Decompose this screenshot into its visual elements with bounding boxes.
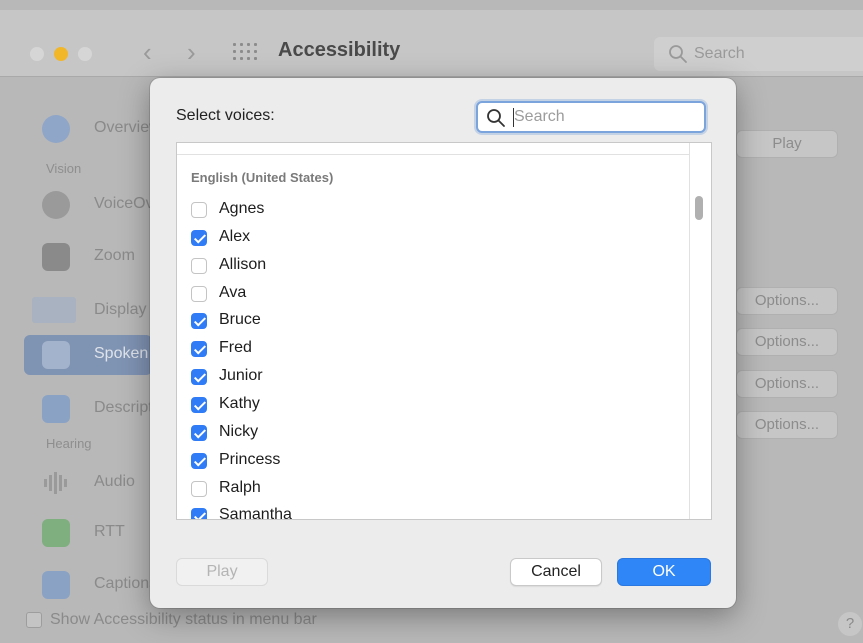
voice-search-field[interactable] (476, 101, 706, 133)
voice-checkbox[interactable] (191, 425, 207, 441)
cancel-button[interactable]: Cancel (510, 558, 602, 586)
ok-button[interactable]: OK (617, 558, 711, 586)
options-button[interactable]: Options... (736, 328, 838, 356)
show-status-label: Show Accessibility status in menu bar (50, 611, 317, 628)
captions-icon (42, 571, 70, 599)
voice-checkbox[interactable] (191, 369, 207, 385)
scrollbar-track-divider (689, 143, 690, 519)
window-search-field[interactable]: Search (654, 37, 863, 71)
sidebar-item-label: Audio (94, 473, 135, 490)
sidebar-item-label: Display (94, 301, 147, 318)
sidebar-item-captions[interactable]: Captions (24, 565, 157, 605)
audio-icon (42, 469, 70, 497)
voice-name: Samantha (219, 506, 292, 520)
voice-search-input[interactable] (514, 105, 694, 129)
search-icon (669, 45, 687, 63)
voice-name: Junior (219, 367, 263, 384)
voice-checkbox[interactable] (191, 453, 207, 469)
voice-name: Nicky (219, 423, 259, 440)
voice-checkbox[interactable] (191, 230, 207, 246)
sidebar-item-label: RTT (94, 523, 125, 540)
sidebar-item-rtt[interactable]: RTT (24, 513, 152, 553)
voice-checkbox[interactable] (191, 397, 207, 413)
group-header: English (United States) (191, 170, 334, 185)
back-button[interactable]: ‹ (143, 37, 152, 67)
sidebar-item-audio[interactable]: Audio (24, 463, 152, 503)
spoken-content-icon (42, 341, 70, 369)
sidebar: Overview Vision VoiceOver Zoom Display S… (22, 99, 209, 609)
show-status-checkbox[interactable] (26, 612, 42, 628)
section-header-vision: Vision (46, 161, 82, 176)
voice-name: Fred (219, 339, 252, 356)
dialog-title: Select voices: (176, 107, 275, 124)
voiceover-icon (42, 191, 70, 219)
close-window-button[interactable] (30, 47, 44, 61)
sidebar-item-zoom[interactable]: Zoom (24, 237, 152, 277)
scrollbar-thumb[interactable] (695, 196, 703, 220)
accessibility-icon (42, 115, 70, 143)
help-button[interactable]: ? (838, 612, 862, 636)
sidebar-item-label: Zoom (94, 247, 135, 264)
sidebar-item-label: Captions (94, 575, 158, 592)
voice-name: Kathy (219, 395, 260, 412)
voice-name: Alex (219, 228, 251, 245)
show-all-grid-icon[interactable] (233, 43, 257, 61)
section-header-hearing: Hearing (46, 436, 92, 451)
voice-checkbox[interactable] (191, 313, 207, 329)
voice-name: Ava (219, 284, 247, 301)
voice-name: Bruce (219, 311, 261, 328)
voice-checkbox[interactable] (191, 481, 207, 497)
title-bar: ‹ › Accessibility Search (0, 10, 863, 77)
voice-checkbox[interactable] (191, 258, 207, 274)
sidebar-item-display[interactable]: Display (24, 291, 152, 331)
descriptions-icon (42, 395, 70, 423)
voice-checkbox[interactable] (191, 508, 207, 519)
forward-button[interactable]: › (187, 37, 196, 67)
sidebar-item-voiceover[interactable]: VoiceOver (24, 185, 168, 225)
sidebar-item-descriptions[interactable]: Descriptions (24, 389, 182, 429)
voice-list[interactable]: English (United States) Agnes Alex Allis… (176, 142, 712, 520)
voice-checkbox[interactable] (191, 286, 207, 302)
rtt-icon (42, 519, 70, 547)
sidebar-item-spoken-content[interactable]: Spoken Content (24, 335, 209, 375)
play-voice-button[interactable]: Play (736, 130, 838, 158)
window-title: Accessibility (278, 39, 401, 61)
status-row: Show Accessibility status in menu bar (0, 608, 863, 643)
zoom-icon (42, 243, 70, 271)
minimize-window-button[interactable] (54, 47, 68, 61)
window-search-placeholder: Search (694, 45, 745, 62)
options-button[interactable]: Options... (736, 287, 838, 315)
zoom-window-button[interactable] (78, 47, 92, 61)
voice-checkbox[interactable] (191, 202, 207, 218)
display-icon (32, 297, 76, 323)
text-cursor (513, 108, 514, 127)
voice-name: Princess (219, 451, 281, 468)
options-button[interactable]: Options... (736, 411, 838, 439)
search-icon (487, 109, 505, 127)
voice-name: Agnes (219, 200, 265, 217)
sidebar-item-overview[interactable]: Overview (24, 109, 161, 149)
voice-name: Ralph (219, 479, 261, 496)
play-button[interactable]: Play (176, 558, 268, 586)
voice-name: Allison (219, 256, 267, 273)
voice-checkbox[interactable] (191, 341, 207, 357)
select-voices-dialog: Select voices: English (United States) A… (150, 78, 736, 608)
list-top-divider (177, 154, 689, 155)
options-button[interactable]: Options... (736, 370, 838, 398)
